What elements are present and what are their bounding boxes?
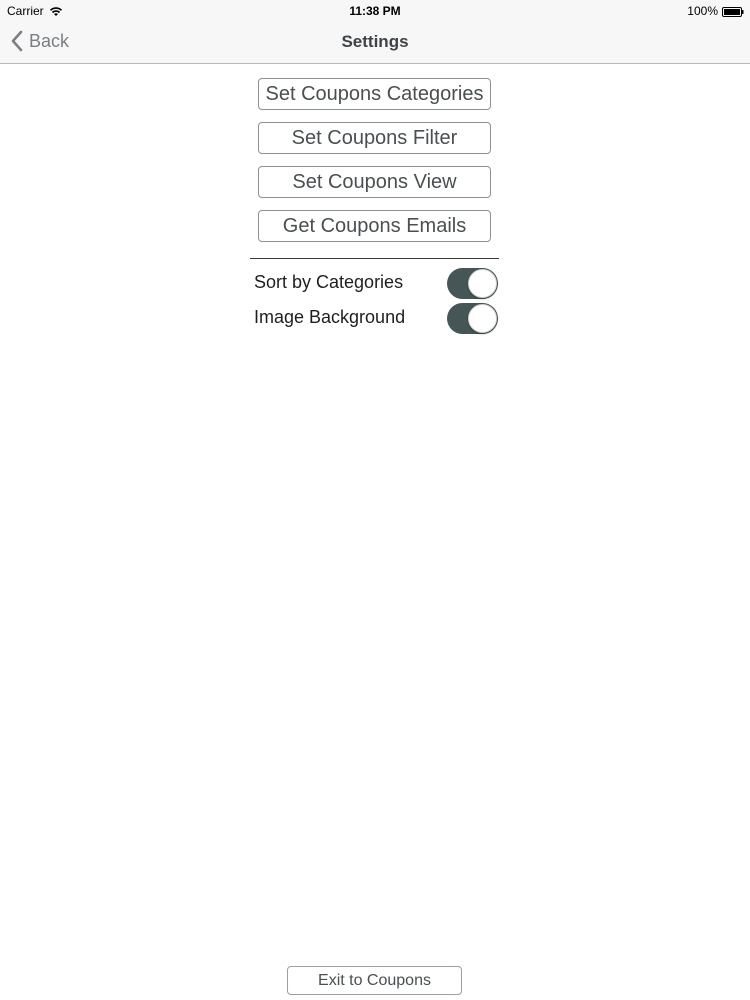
set-coupons-filter-button[interactable]: Set Coupons Filter: [258, 122, 491, 154]
image-background-label: Image Background: [254, 307, 406, 327]
image-background-toggle[interactable]: [447, 303, 498, 334]
get-coupons-emails-button[interactable]: Get Coupons Emails: [258, 210, 491, 242]
status-time: 11:38 PM: [349, 4, 401, 18]
toggle-knob: [468, 269, 497, 298]
navigation-bar: Back Settings: [0, 22, 750, 64]
battery-percent: 100%: [687, 4, 718, 18]
exit-to-coupons-button[interactable]: Exit to Coupons: [287, 966, 462, 995]
set-coupons-view-button[interactable]: Set Coupons View: [258, 166, 491, 198]
set-coupons-categories-button[interactable]: Set Coupons Categories: [258, 78, 491, 110]
toggle-knob: [468, 304, 497, 333]
sort-by-categories-label: Sort by Categories: [254, 272, 404, 292]
status-bar: Carrier 11:38 PM 100%: [0, 0, 750, 22]
status-right: 100%: [687, 4, 744, 18]
sort-by-categories-toggle[interactable]: [447, 268, 498, 299]
page-title: Settings: [341, 32, 409, 51]
divider: [250, 258, 499, 259]
settings-screen: Carrier 11:38 PM 100% Back Settings Set …: [0, 0, 750, 1000]
battery-icon: [722, 6, 744, 17]
